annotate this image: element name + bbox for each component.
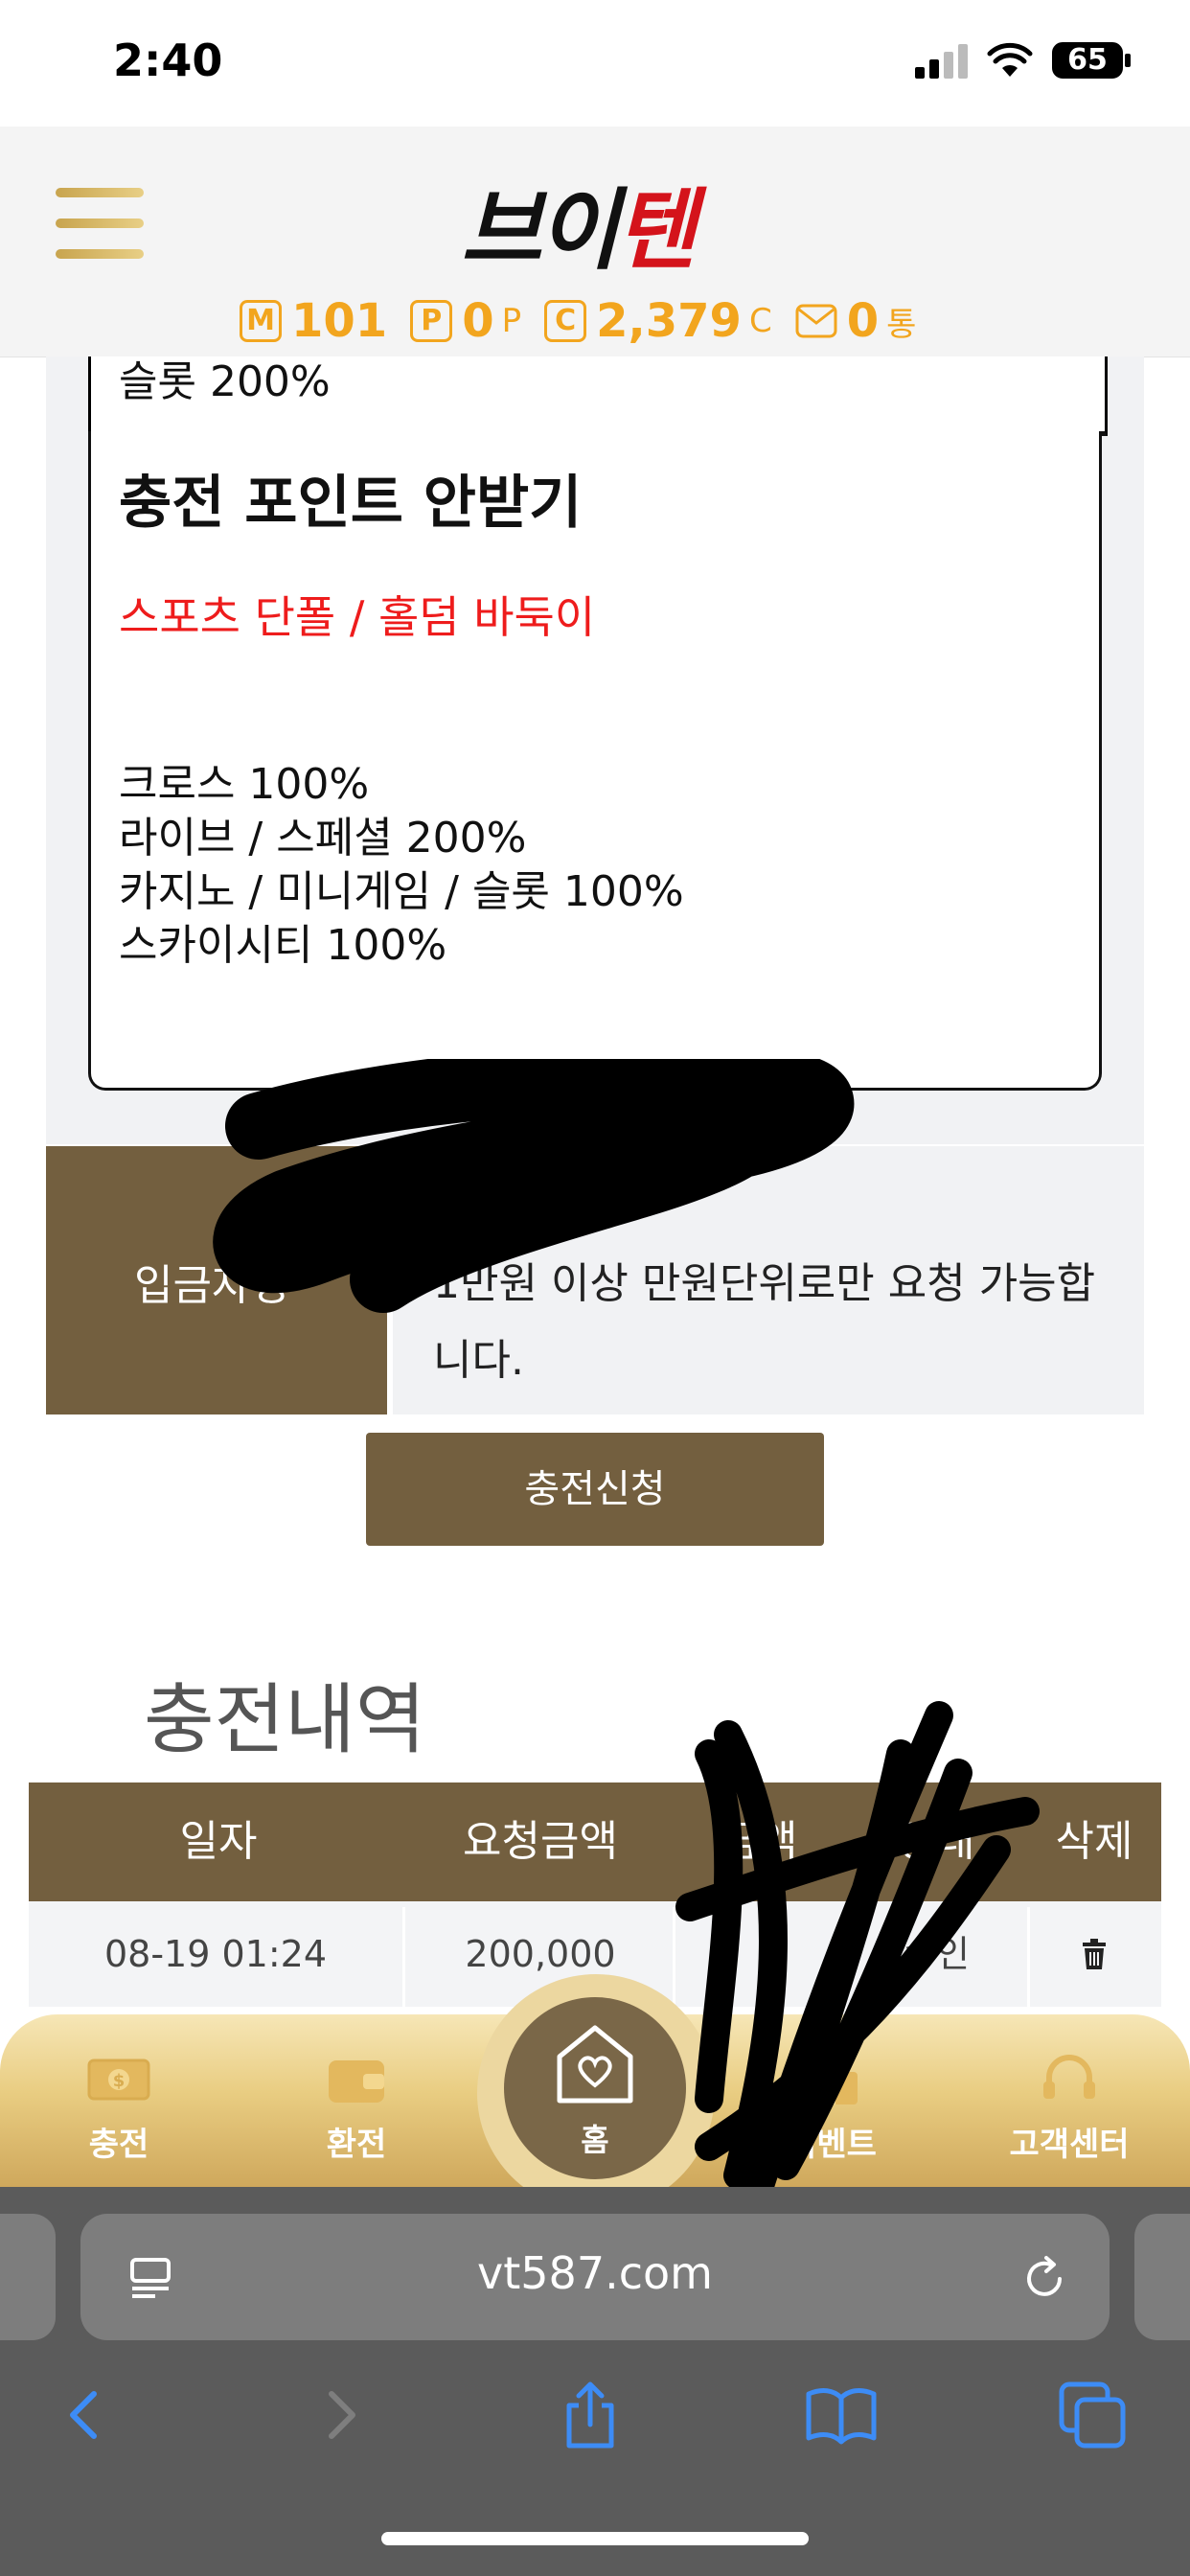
- nav-exchange-label: 환전: [326, 2126, 387, 2164]
- hamburger-menu-icon[interactable]: [56, 188, 144, 264]
- bookmarks-icon[interactable]: [803, 2377, 880, 2453]
- nav-event-label: 이벤트: [787, 2126, 877, 2164]
- row-date: 08-19 01:24: [103, 1933, 327, 1975]
- message-count: 0: [846, 294, 880, 348]
- policy-subtitle: 스포츠 단폴 / 홀덤 바둑이: [119, 591, 596, 643]
- column-amount: 금액: [720, 1817, 798, 1866]
- money-stat[interactable]: M 101: [240, 294, 387, 348]
- cash-icon: $: [87, 2058, 150, 2101]
- user-stats-bar: M 101 P 0 P C 2,379 C 0 통: [240, 288, 968, 355]
- point-value: 0: [462, 294, 494, 348]
- column-divider: [402, 1907, 405, 2012]
- nav-event[interactable]: 이벤트: [736, 2051, 927, 2165]
- point-stat[interactable]: P 0 P: [410, 294, 521, 348]
- gift-icon: [806, 2072, 858, 2104]
- nav-exchange[interactable]: 환전: [261, 2051, 452, 2165]
- column-request-amount: 요청금액: [463, 1817, 618, 1866]
- tabs-icon[interactable]: [1054, 2377, 1131, 2453]
- policy-line: 라이브 / 스페셜 200%: [119, 814, 527, 862]
- share-icon[interactable]: [552, 2377, 629, 2453]
- policy-line: 크로스 100%: [119, 760, 370, 809]
- charge-history-title: 충전내역: [144, 1675, 426, 1764]
- previous-policy-line: 슬롯 200%: [119, 357, 331, 406]
- next-tab-peek[interactable]: [1134, 2214, 1190, 2340]
- policy-line: 스카이시티 100%: [119, 921, 447, 970]
- logo-text-main: 브이: [461, 179, 619, 282]
- column-divider: [1027, 1907, 1030, 2012]
- wallet-icon: [329, 2060, 384, 2103]
- column-date: 일자: [179, 1817, 258, 1866]
- coin-unit: C: [748, 302, 772, 340]
- coin-icon: C: [544, 300, 587, 342]
- money-icon: M: [240, 300, 282, 342]
- coin-stat[interactable]: C 2,379 C: [544, 294, 772, 348]
- battery-tip: [1125, 54, 1131, 67]
- point-unit: P: [501, 302, 522, 340]
- wifi-icon: [987, 42, 1033, 77]
- row-amount: [673, 1901, 845, 2007]
- mail-icon: [795, 304, 837, 338]
- policy-title: 충전 포인트 안받기: [119, 470, 583, 537]
- svg-text:$: $: [113, 2071, 126, 2091]
- message-unit: 통: [886, 305, 917, 344]
- url-text: vt587.com: [477, 2247, 713, 2299]
- column-delete: 삭제: [1055, 1817, 1133, 1866]
- money-value: 101: [291, 294, 388, 348]
- home-indicator: [381, 2532, 809, 2545]
- reload-icon[interactable]: [1019, 2254, 1069, 2304]
- nav-home-label: 홈: [581, 2122, 609, 2158]
- charge-request-button[interactable]: 충전신청: [366, 1433, 824, 1546]
- brand-logo[interactable]: 브이텐: [461, 159, 729, 282]
- previous-tab-peek[interactable]: [0, 2214, 56, 2340]
- back-icon[interactable]: [48, 2377, 125, 2453]
- policy-line: 카지노 / 미니게임 / 슬롯 100%: [119, 867, 684, 916]
- depositor-label: 입금자명: [134, 1261, 289, 1310]
- forward-icon[interactable]: [301, 2377, 378, 2453]
- row-status: 승인: [903, 1933, 970, 1975]
- nav-support-label: 고객센터: [1009, 2126, 1130, 2164]
- logo-text-accent: 텐: [615, 179, 697, 282]
- status-time: 2:40: [113, 34, 223, 86]
- nav-charge[interactable]: $ 충전: [23, 2051, 215, 2165]
- nav-support[interactable]: 고객센터: [973, 2051, 1165, 2165]
- battery-indicator: 65: [1052, 42, 1123, 79]
- deposit-note: 1만원 이상 만원단위로만 요청 가능합니다.: [433, 1259, 1096, 1385]
- headset-icon: [1043, 2055, 1095, 2099]
- nav-charge-label: 충전: [88, 2126, 149, 2164]
- message-stat[interactable]: 0 통: [795, 294, 917, 348]
- coin-value: 2,379: [596, 294, 742, 348]
- home-heart-icon: [557, 2025, 633, 2104]
- point-icon: P: [410, 300, 453, 342]
- trash-icon[interactable]: [1079, 1938, 1110, 1970]
- column-status: 상태: [897, 1817, 975, 1866]
- cellular-signal-icon: [915, 44, 971, 79]
